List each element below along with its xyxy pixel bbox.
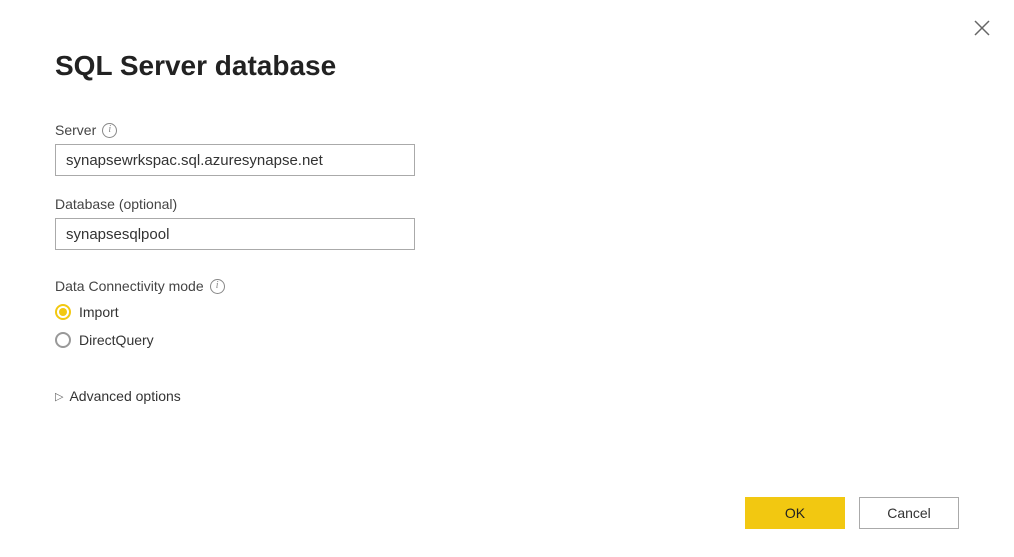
database-field-group: Database (optional) bbox=[55, 196, 959, 250]
dialog-button-row: OK Cancel bbox=[745, 497, 959, 529]
database-label: Database (optional) bbox=[55, 196, 177, 212]
connectivity-radio-group: Import DirectQuery bbox=[55, 304, 959, 348]
database-input[interactable] bbox=[55, 218, 415, 250]
ok-button[interactable]: OK bbox=[745, 497, 845, 529]
advanced-options-toggle[interactable]: ▷ Advanced options bbox=[55, 388, 959, 404]
sql-server-dialog: SQL Server database Server i Database (o… bbox=[0, 0, 1014, 557]
server-label-row: Server i bbox=[55, 122, 959, 138]
radio-import[interactable]: Import bbox=[55, 304, 959, 320]
dialog-title: SQL Server database bbox=[55, 50, 959, 82]
radio-button-icon bbox=[55, 332, 71, 348]
radio-import-label: Import bbox=[79, 304, 119, 320]
server-label: Server bbox=[55, 122, 96, 138]
radio-button-icon bbox=[55, 304, 71, 320]
info-icon[interactable]: i bbox=[210, 279, 225, 294]
info-icon[interactable]: i bbox=[102, 123, 117, 138]
connectivity-label: Data Connectivity mode bbox=[55, 278, 204, 294]
radio-directquery[interactable]: DirectQuery bbox=[55, 332, 959, 348]
cancel-button[interactable]: Cancel bbox=[859, 497, 959, 529]
advanced-options-label: Advanced options bbox=[69, 388, 180, 404]
close-icon bbox=[972, 18, 992, 38]
radio-directquery-label: DirectQuery bbox=[79, 332, 154, 348]
server-input[interactable] bbox=[55, 144, 415, 176]
connectivity-label-row: Data Connectivity mode i bbox=[55, 278, 959, 294]
chevron-right-icon: ▷ bbox=[55, 390, 63, 403]
database-label-row: Database (optional) bbox=[55, 196, 959, 212]
server-field-group: Server i bbox=[55, 122, 959, 176]
close-button[interactable] bbox=[972, 18, 992, 38]
